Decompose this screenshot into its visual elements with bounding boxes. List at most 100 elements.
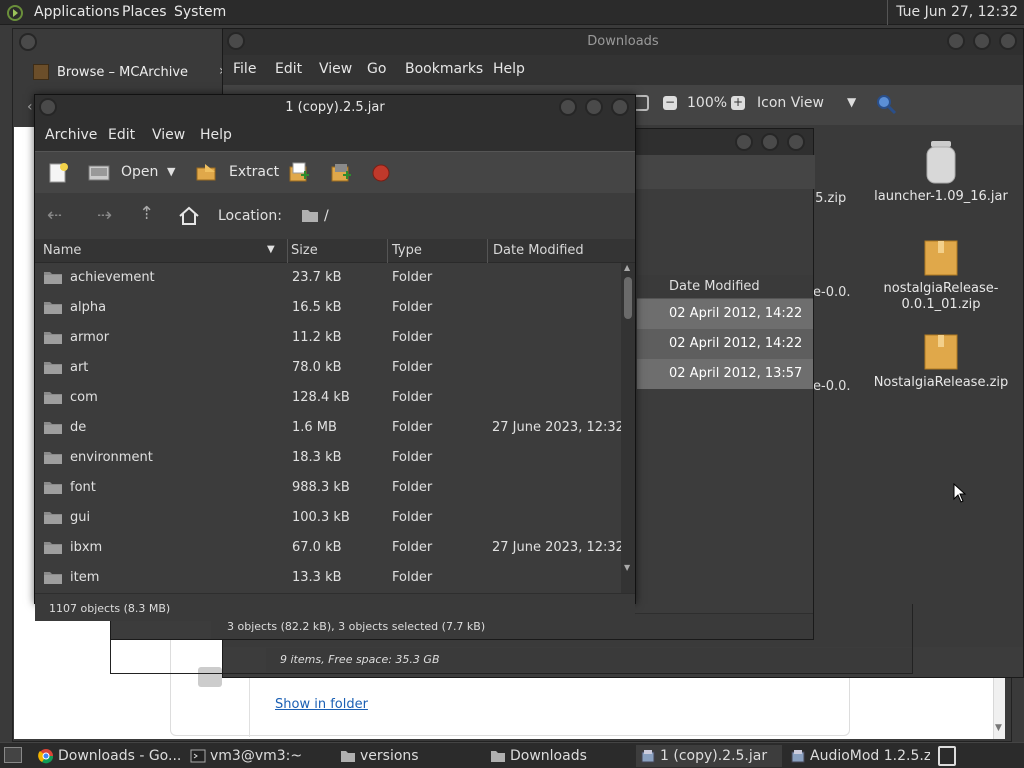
- add-folder-icon[interactable]: [329, 161, 353, 185]
- minimize-button[interactable]: [735, 133, 753, 151]
- task-versions[interactable]: versions: [336, 745, 482, 767]
- view-mode-select[interactable]: Icon View: [757, 95, 824, 111]
- row-size: 16.5 kB: [292, 300, 342, 315]
- menu-bookmarks[interactable]: Bookmarks: [405, 61, 483, 77]
- row-date: 02 April 2012, 14:22: [669, 336, 803, 351]
- task-downloads[interactable]: Downloads: [486, 745, 632, 767]
- add-files-icon[interactable]: [287, 161, 311, 185]
- task-downloads-browser[interactable]: Downloads - Go...: [34, 745, 180, 767]
- row-type: Folder: [392, 570, 433, 585]
- minimize-button[interactable]: [559, 98, 577, 116]
- zoom-out-icon[interactable]: −: [663, 96, 677, 110]
- menu-system[interactable]: System: [174, 4, 226, 20]
- table-row[interactable]: achievement 23.7 kB Folder: [35, 263, 619, 293]
- menu-go[interactable]: Go: [367, 61, 386, 77]
- menu-help[interactable]: Help: [493, 61, 525, 77]
- table-row[interactable]: com 128.4 kB Folder: [35, 383, 619, 413]
- gnome-foot-icon[interactable]: [6, 4, 24, 22]
- downloads-titlebar[interactable]: Downloads: [223, 29, 1023, 55]
- col-type[interactable]: Type: [392, 243, 422, 258]
- close-button[interactable]: [611, 98, 629, 116]
- extract-icon[interactable]: [195, 162, 219, 184]
- menu-edit[interactable]: Edit: [108, 127, 135, 143]
- minimize-button[interactable]: [947, 32, 965, 50]
- up-arrow-icon[interactable]: ⇡: [139, 203, 154, 224]
- menu-view[interactable]: View: [152, 127, 185, 143]
- close-button[interactable]: [787, 133, 805, 151]
- location-label: Location:: [218, 208, 282, 224]
- selected-row[interactable]: 02 April 2012, 13:57: [637, 359, 813, 389]
- chevron-down-icon[interactable]: ▼: [847, 95, 856, 109]
- back-arrow-icon[interactable]: ⇠: [47, 205, 62, 226]
- new-archive-icon[interactable]: [47, 162, 69, 184]
- menu-applications[interactable]: Applications: [34, 4, 120, 20]
- search-icon[interactable]: [875, 93, 897, 115]
- col-sep[interactable]: [387, 239, 388, 263]
- menu-archive[interactable]: Archive: [45, 127, 97, 143]
- scroll-up-icon[interactable]: ▲: [624, 263, 630, 272]
- sort-down-icon[interactable]: ▼: [267, 244, 275, 255]
- row-name: item: [70, 570, 100, 585]
- zoom-level: 100%: [687, 95, 728, 111]
- date-header[interactable]: Date Modified: [637, 275, 813, 299]
- zoom-in-icon[interactable]: +: [731, 96, 745, 110]
- maximize-button[interactable]: [761, 133, 779, 151]
- row-type: Folder: [392, 540, 433, 555]
- browser-tab[interactable]: Browse – MCArchive ›: [27, 57, 225, 87]
- scroll-thumb[interactable]: [624, 277, 632, 319]
- table-row[interactable]: gui 100.3 kB Folder: [35, 503, 619, 533]
- table-row[interactable]: armor 11.2 kB Folder: [35, 323, 619, 353]
- file-label: NostalgiaRelease.zip: [873, 375, 1009, 390]
- scroll-down-icon[interactable]: ▼: [624, 563, 630, 572]
- menu-file[interactable]: File: [233, 61, 256, 77]
- stop-icon[interactable]: [371, 163, 391, 183]
- file-nostalgia-zip-2[interactable]: NostalgiaRelease.zip: [871, 329, 1011, 390]
- table-row[interactable]: font 988.3 kB Folder: [35, 473, 619, 503]
- selected-row[interactable]: 02 April 2012, 14:22: [637, 299, 813, 329]
- open-icon[interactable]: [87, 164, 111, 182]
- menu-edit[interactable]: Edit: [275, 61, 302, 77]
- list-scrollbar[interactable]: ▲ ▼: [621, 263, 635, 593]
- selected-row[interactable]: 02 April 2012, 14:22: [637, 329, 813, 359]
- col-date[interactable]: Date Modified: [493, 243, 584, 258]
- col-name[interactable]: Name: [43, 243, 81, 258]
- menu-view[interactable]: View: [319, 61, 352, 77]
- maximize-button[interactable]: [585, 98, 603, 116]
- show-in-folder-link[interactable]: Show in folder: [275, 697, 368, 712]
- forward-arrow-icon[interactable]: ⇢: [97, 205, 112, 226]
- scroll-down-icon[interactable]: ▼: [995, 723, 1002, 733]
- col-sep[interactable]: [287, 239, 288, 263]
- table-row[interactable]: ibxm 67.0 kB Folder 27 June 2023, 12:32: [35, 533, 624, 563]
- row-date: 02 April 2012, 14:22: [669, 306, 803, 321]
- row-date: 27 June 2023, 12:32: [492, 540, 624, 555]
- task-audiomod[interactable]: AudioMod 1.2.5.zip: [786, 745, 930, 767]
- extract-button[interactable]: Extract: [229, 164, 279, 180]
- file-nostalgia-zip-1[interactable]: nostalgiaRelease-0.0.1_01.zip: [871, 235, 1011, 313]
- table-row[interactable]: environment 18.3 kB Folder: [35, 443, 619, 473]
- table-row[interactable]: art 78.0 kB Folder: [35, 353, 619, 383]
- browser-menu-button[interactable]: [19, 33, 37, 51]
- close-button[interactable]: [999, 32, 1017, 50]
- table-row[interactable]: alpha 16.5 kB Folder: [35, 293, 619, 323]
- archive-titlebar[interactable]: 1 (copy).2.5.jar: [35, 95, 635, 121]
- file-launcher-jar[interactable]: launcher-1.09_16.jar: [871, 139, 1011, 204]
- folder-icon: [44, 542, 62, 554]
- task-terminal[interactable]: vm3@vm3:~: [186, 745, 330, 767]
- folder-icon: [44, 302, 62, 314]
- table-row[interactable]: item 13.3 kB Folder: [35, 563, 619, 593]
- maximize-button[interactable]: [973, 32, 991, 50]
- open-button[interactable]: Open: [121, 164, 158, 180]
- task-archive[interactable]: 1 (copy).2.5.jar: [636, 745, 782, 767]
- back-arrow-icon[interactable]: ‹: [27, 99, 33, 115]
- menu-places[interactable]: Places: [122, 4, 167, 20]
- clock[interactable]: Tue Jun 27, 12:32: [887, 0, 1024, 25]
- show-desktop-icon[interactable]: [4, 747, 22, 763]
- col-size[interactable]: Size: [291, 243, 318, 258]
- home-icon[interactable]: [178, 206, 200, 226]
- open-chevron-down-icon[interactable]: ▼: [167, 165, 175, 178]
- col-sep[interactable]: [487, 239, 488, 263]
- trash-icon[interactable]: [938, 746, 956, 766]
- menu-help[interactable]: Help: [200, 127, 232, 143]
- table-row[interactable]: de 1.6 MB Folder 27 June 2023, 12:32: [35, 413, 624, 443]
- location-input[interactable]: /: [324, 208, 329, 224]
